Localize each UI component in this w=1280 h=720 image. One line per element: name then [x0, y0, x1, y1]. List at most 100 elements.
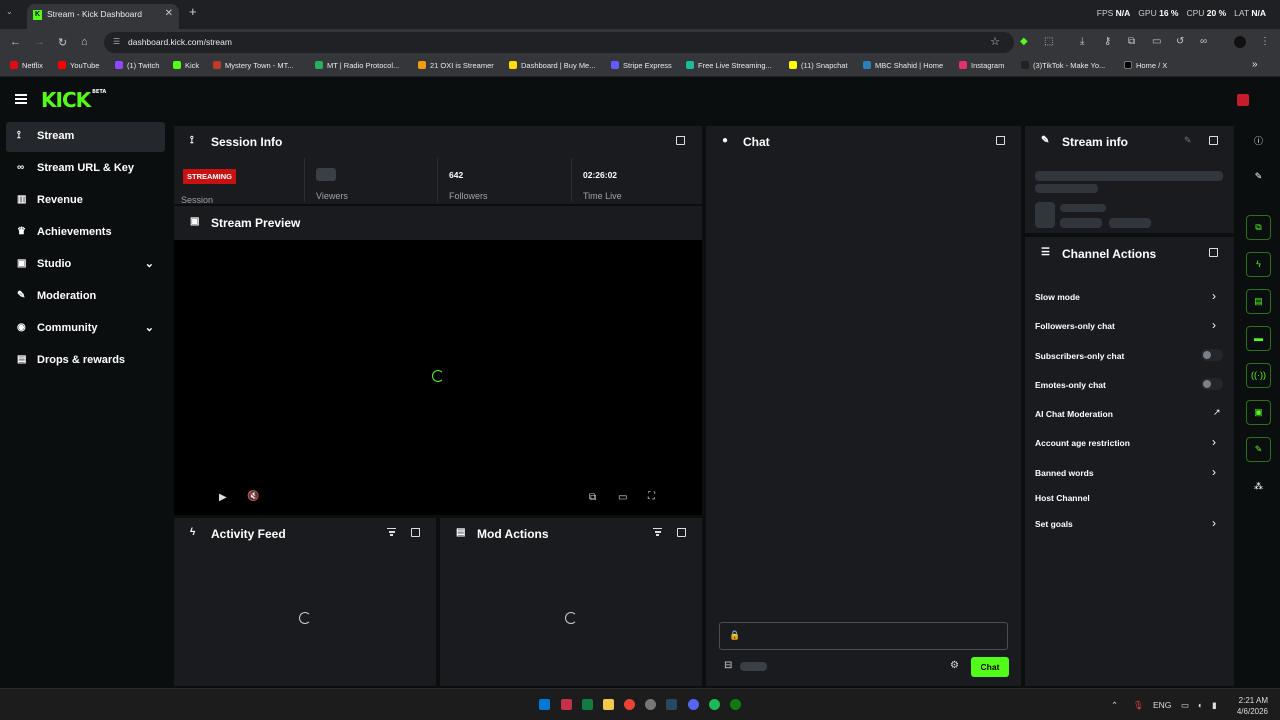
browser-menu-icon[interactable]: ⋮: [1260, 36, 1270, 47]
bookmark-item[interactable]: (11) Snapchat: [789, 61, 848, 70]
sidebar-item-moderation[interactable]: ✎ Moderation: [6, 282, 165, 312]
banned-words-action[interactable]: Banned words: [1035, 468, 1094, 478]
bookmark-item[interactable]: Mystery Town - MT...: [213, 61, 294, 70]
popout-icon[interactable]: [411, 528, 420, 537]
network-icon[interactable]: ▭: [1181, 700, 1189, 711]
sidebar-item-studio[interactable]: ▣ Studio ⌄: [6, 250, 165, 280]
bookmark-item[interactable]: MT | Radio Protocol...: [315, 61, 399, 70]
battery-icon[interactable]: ▮: [1212, 700, 1217, 711]
fullscreen-icon[interactable]: ⛶: [648, 491, 655, 502]
account-age-action[interactable]: Account age restriction: [1035, 438, 1130, 448]
mute-icon[interactable]: 🔇: [247, 491, 259, 502]
sidebar-item-drops-rewards[interactable]: ▤ Drops & rewards: [6, 346, 165, 376]
app-icon[interactable]: [561, 699, 572, 710]
external-link-icon[interactable]: ↗: [1213, 407, 1221, 418]
bookmark-item[interactable]: Kick: [173, 61, 199, 70]
site-settings-icon[interactable]: ☰: [113, 37, 120, 46]
picture-in-picture-icon[interactable]: ⧉: [589, 492, 596, 503]
bookmark-item[interactable]: 21 OXI is Streamer: [418, 61, 494, 70]
gear-icon[interactable]: ⚙: [950, 660, 959, 671]
chevron-right-icon[interactable]: ›: [1212, 318, 1216, 332]
forward-arrow-icon[interactable]: →: [34, 36, 45, 48]
bookmark-item[interactable]: (1) Twitch: [115, 61, 159, 70]
chevron-right-icon[interactable]: ›: [1212, 435, 1216, 449]
download-icon[interactable]: ⤓: [1080, 36, 1084, 47]
chevron-right-icon[interactable]: ›: [1212, 289, 1216, 303]
user-avatar[interactable]: [1237, 94, 1249, 106]
microphone-icon[interactable]: 🎙: [1133, 700, 1144, 711]
bookmark-item[interactable]: Free Live Streaming...: [686, 61, 772, 70]
popout-icon[interactable]: [676, 136, 685, 145]
filter-icon[interactable]: [387, 528, 396, 536]
set-goals-action[interactable]: Set goals: [1035, 519, 1073, 529]
popout-icon[interactable]: [677, 528, 686, 537]
clock[interactable]: 2:21 AM 4/6/2026: [1237, 695, 1268, 717]
chat-bubble-icon[interactable]: ▬: [1246, 326, 1271, 351]
theater-mode-icon[interactable]: ▭: [618, 492, 627, 503]
sidebar-item-revenue[interactable]: ▥ Revenue: [6, 186, 165, 216]
edit-pencil-icon[interactable]: ✎: [1246, 165, 1271, 190]
shield-extension-icon[interactable]: ◆: [1020, 36, 1028, 47]
bookmark-item[interactable]: YouTube: [58, 61, 99, 70]
filter-icon[interactable]: [653, 528, 662, 536]
chevron-right-icon[interactable]: ›: [1212, 516, 1216, 530]
kick-logo[interactable]: KICK BETA: [41, 88, 106, 112]
sidebar-item-community[interactable]: ◉ Community ⌄: [6, 314, 165, 344]
address-bar[interactable]: ☰ dashboard.kick.com/stream ☆: [104, 32, 1014, 53]
chrome-icon[interactable]: [624, 699, 635, 710]
emotes-only-toggle[interactable]: [1201, 378, 1223, 390]
stream-info-icon[interactable]: ▣: [1246, 400, 1271, 425]
password-key-icon[interactable]: ⚷: [1104, 36, 1111, 47]
spotify-icon[interactable]: [709, 699, 720, 710]
profile-avatar[interactable]: [1234, 36, 1246, 48]
volume-icon[interactable]: ◖: [1197, 700, 1202, 710]
more-bookmarks-icon[interactable]: »: [1252, 59, 1258, 70]
bookmark-item[interactable]: Stripe Express: [611, 61, 672, 70]
discord-icon[interactable]: [688, 699, 699, 710]
store-icon[interactable]: ⊟: [724, 660, 732, 671]
bookmark-item[interactable]: Dashboard | Buy Me...: [509, 61, 595, 70]
bookmark-star-icon[interactable]: ☆: [990, 35, 1000, 48]
language-indicator[interactable]: ENG: [1153, 700, 1171, 710]
sidebar-item-achievements[interactable]: ♛ Achievements: [6, 218, 165, 248]
video-player[interactable]: ▶ 🔇 ⧉ ▭ ⛶: [174, 240, 702, 515]
sidebar-item-stream-url-key[interactable]: ∞ Stream URL & Key: [6, 154, 165, 184]
add-widget-icon[interactable]: ⁂: [1246, 475, 1271, 500]
info-icon[interactable]: ⓘ: [1246, 128, 1271, 153]
popout-icon[interactable]: [1209, 248, 1218, 257]
bookmark-item[interactable]: Netflix: [10, 61, 43, 70]
document-icon[interactable]: ▤: [1246, 289, 1271, 314]
file-explorer-icon[interactable]: [603, 699, 614, 710]
popout-icon[interactable]: [996, 136, 1005, 145]
sidebar-item-stream[interactable]: ⟟ Stream: [6, 122, 165, 152]
windows-start-icon[interactable]: [539, 699, 550, 710]
app-icon[interactable]: [645, 699, 656, 710]
chat-input[interactable]: 🔒: [719, 622, 1008, 650]
wrench-icon[interactable]: ✎: [1246, 437, 1271, 462]
followers-only-action[interactable]: Followers-only chat: [1035, 321, 1115, 331]
link-share-icon[interactable]: ∞: [1200, 36, 1207, 47]
excel-icon[interactable]: [582, 699, 593, 710]
host-channel-action[interactable]: Host Channel: [1035, 493, 1090, 503]
lightning-icon[interactable]: ϟ: [1246, 252, 1271, 277]
tab-search-chevron-icon[interactable]: ⌄: [6, 7, 13, 16]
play-icon[interactable]: ▶: [219, 492, 227, 503]
tray-overflow-icon[interactable]: ⌃: [1111, 700, 1118, 711]
bookmark-item[interactable]: (3)TikTok - Make Yo...: [1021, 61, 1105, 70]
slow-mode-action[interactable]: Slow mode: [1035, 292, 1080, 302]
bookmark-item[interactable]: Instagram: [959, 61, 1004, 70]
browser-tab-active[interactable]: K Stream - Kick Dashboard ✕: [27, 4, 179, 29]
close-tab-icon[interactable]: ✕: [165, 8, 173, 19]
steam-icon[interactable]: [666, 699, 677, 710]
history-icon[interactable]: ↺: [1176, 36, 1184, 47]
xbox-icon[interactable]: [730, 699, 741, 710]
back-arrow-icon[interactable]: ←: [10, 36, 21, 48]
extensions-puzzle-icon[interactable]: ⬚: [1044, 36, 1053, 47]
bookmark-item[interactable]: Home / X: [1124, 61, 1167, 70]
hamburger-menu-icon[interactable]: [15, 94, 27, 104]
card-icon[interactable]: ▭: [1152, 36, 1161, 47]
home-icon[interactable]: ⌂: [81, 36, 88, 48]
subscribers-only-toggle[interactable]: [1201, 349, 1223, 361]
reload-icon[interactable]: ↻: [58, 36, 67, 49]
new-tab-icon[interactable]: +: [189, 4, 197, 19]
